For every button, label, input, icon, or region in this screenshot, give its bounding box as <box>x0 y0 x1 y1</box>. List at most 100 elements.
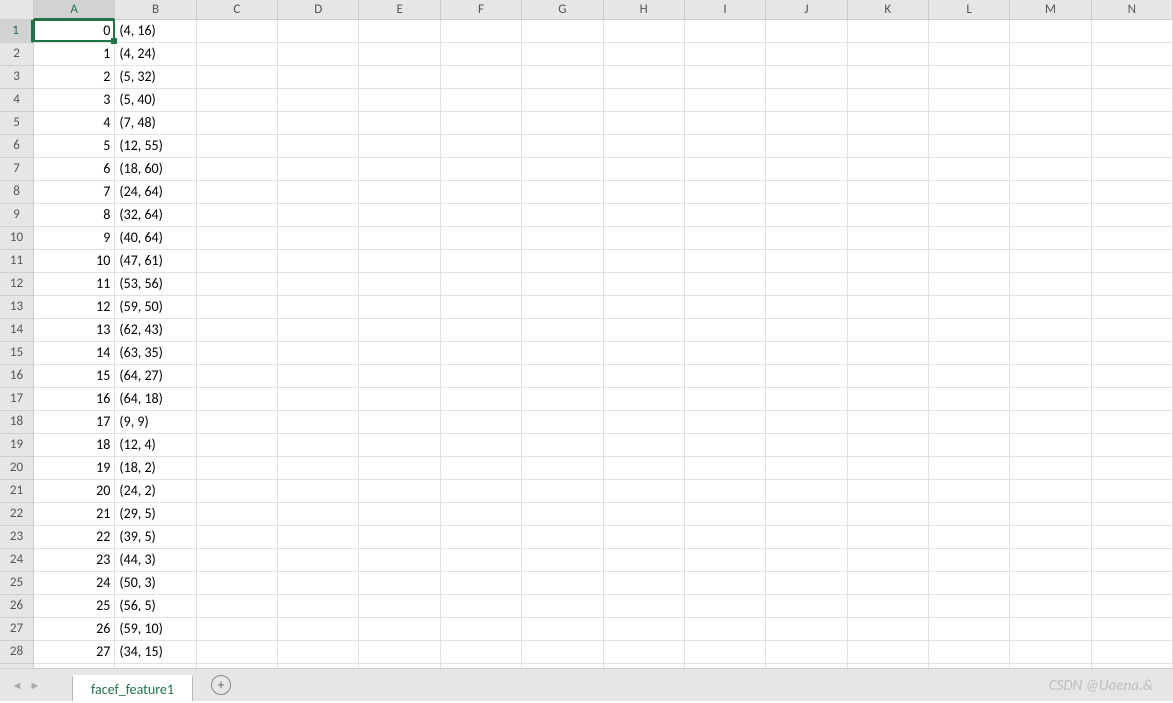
cell-A10[interactable]: 9 <box>34 227 115 250</box>
cell-G12[interactable] <box>522 273 603 296</box>
cell-D16[interactable] <box>278 365 359 388</box>
cell-D24[interactable] <box>278 549 359 572</box>
cell-E3[interactable] <box>359 66 440 89</box>
cell-A9[interactable]: 8 <box>34 204 115 227</box>
sheet-tab[interactable]: facef_feature1 <box>72 675 193 701</box>
cell-J15[interactable] <box>766 342 847 365</box>
cell-F3[interactable] <box>441 66 522 89</box>
cell-L7[interactable] <box>929 158 1010 181</box>
cell-C16[interactable] <box>197 365 278 388</box>
cell-C4[interactable] <box>197 89 278 112</box>
tab-nav-prev-icon[interactable]: ◄ <box>8 676 26 694</box>
cell-F27[interactable] <box>441 618 522 641</box>
cell-N27[interactable] <box>1092 618 1173 641</box>
column-header-J[interactable]: J <box>766 0 847 20</box>
cell-J5[interactable] <box>766 112 847 135</box>
cell-N18[interactable] <box>1092 411 1173 434</box>
cell-N21[interactable] <box>1092 480 1173 503</box>
cell-F15[interactable] <box>441 342 522 365</box>
cell-B24[interactable]: (44, 3) <box>115 549 196 572</box>
cell-H13[interactable] <box>604 296 685 319</box>
row-header-14[interactable]: 14 <box>0 319 33 342</box>
cell-A24[interactable]: 23 <box>34 549 115 572</box>
cell-J21[interactable] <box>766 480 847 503</box>
cell-B26[interactable]: (56, 5) <box>115 595 196 618</box>
cell-K21[interactable] <box>848 480 929 503</box>
cell-M15[interactable] <box>1010 342 1091 365</box>
cell-D9[interactable] <box>278 204 359 227</box>
cell-G2[interactable] <box>522 43 603 66</box>
cell-H22[interactable] <box>604 503 685 526</box>
cell-E1[interactable] <box>359 20 440 43</box>
cell-C19[interactable] <box>197 434 278 457</box>
cell-J20[interactable] <box>766 457 847 480</box>
cell-K10[interactable] <box>848 227 929 250</box>
cell-F6[interactable] <box>441 135 522 158</box>
column-header-G[interactable]: G <box>522 0 603 20</box>
cell-A2[interactable]: 1 <box>34 43 115 66</box>
column-header-N[interactable]: N <box>1092 0 1173 20</box>
cell-D28[interactable] <box>278 641 359 664</box>
cell-A20[interactable]: 19 <box>34 457 115 480</box>
cell-B7[interactable]: (18, 60) <box>115 158 196 181</box>
cell-G23[interactable] <box>522 526 603 549</box>
cell-A28[interactable]: 27 <box>34 641 115 664</box>
cell-G8[interactable] <box>522 181 603 204</box>
cell-L25[interactable] <box>929 572 1010 595</box>
row-header-21[interactable]: 21 <box>0 480 33 503</box>
cell-I2[interactable] <box>685 43 766 66</box>
cell-F20[interactable] <box>441 457 522 480</box>
cell-K23[interactable] <box>848 526 929 549</box>
cell-K1[interactable] <box>848 20 929 43</box>
cell-C25[interactable] <box>197 572 278 595</box>
column-header-D[interactable]: D <box>278 0 359 20</box>
add-sheet-button[interactable]: + <box>211 675 231 695</box>
cell-I12[interactable] <box>685 273 766 296</box>
cell-K6[interactable] <box>848 135 929 158</box>
cell-J16[interactable] <box>766 365 847 388</box>
column-header-A[interactable]: A <box>34 0 115 20</box>
row-header-28[interactable]: 28 <box>0 641 33 664</box>
column-header-C[interactable]: C <box>197 0 278 20</box>
cell-D5[interactable] <box>278 112 359 135</box>
cell-M18[interactable] <box>1010 411 1091 434</box>
cell-H15[interactable] <box>604 342 685 365</box>
cell-H25[interactable] <box>604 572 685 595</box>
cell-I1[interactable] <box>685 20 766 43</box>
cell-I11[interactable] <box>685 250 766 273</box>
cell-G25[interactable] <box>522 572 603 595</box>
row-header-9[interactable]: 9 <box>0 204 33 227</box>
cell-L22[interactable] <box>929 503 1010 526</box>
cell-A27[interactable]: 26 <box>34 618 115 641</box>
cell-M24[interactable] <box>1010 549 1091 572</box>
cell-E19[interactable] <box>359 434 440 457</box>
cell-E12[interactable] <box>359 273 440 296</box>
cell-D13[interactable] <box>278 296 359 319</box>
cell-L9[interactable] <box>929 204 1010 227</box>
cell-L6[interactable] <box>929 135 1010 158</box>
cell-M12[interactable] <box>1010 273 1091 296</box>
cell-D1[interactable] <box>278 20 359 43</box>
cell-J23[interactable] <box>766 526 847 549</box>
cell-K14[interactable] <box>848 319 929 342</box>
cell-H9[interactable] <box>604 204 685 227</box>
cell-A13[interactable]: 12 <box>34 296 115 319</box>
cell-G26[interactable] <box>522 595 603 618</box>
cell-B4[interactable]: (5, 40) <box>115 89 196 112</box>
cell-L11[interactable] <box>929 250 1010 273</box>
cell-H20[interactable] <box>604 457 685 480</box>
cell-C10[interactable] <box>197 227 278 250</box>
cell-E25[interactable] <box>359 572 440 595</box>
cell-H24[interactable] <box>604 549 685 572</box>
cell-A6[interactable]: 5 <box>34 135 115 158</box>
cell-K9[interactable] <box>848 204 929 227</box>
cell-G7[interactable] <box>522 158 603 181</box>
column-header-K[interactable]: K <box>848 0 929 20</box>
cell-C27[interactable] <box>197 618 278 641</box>
cell-I20[interactable] <box>685 457 766 480</box>
cell-K7[interactable] <box>848 158 929 181</box>
cell-J28[interactable] <box>766 641 847 664</box>
cell-I14[interactable] <box>685 319 766 342</box>
cell-F5[interactable] <box>441 112 522 135</box>
cell-J13[interactable] <box>766 296 847 319</box>
